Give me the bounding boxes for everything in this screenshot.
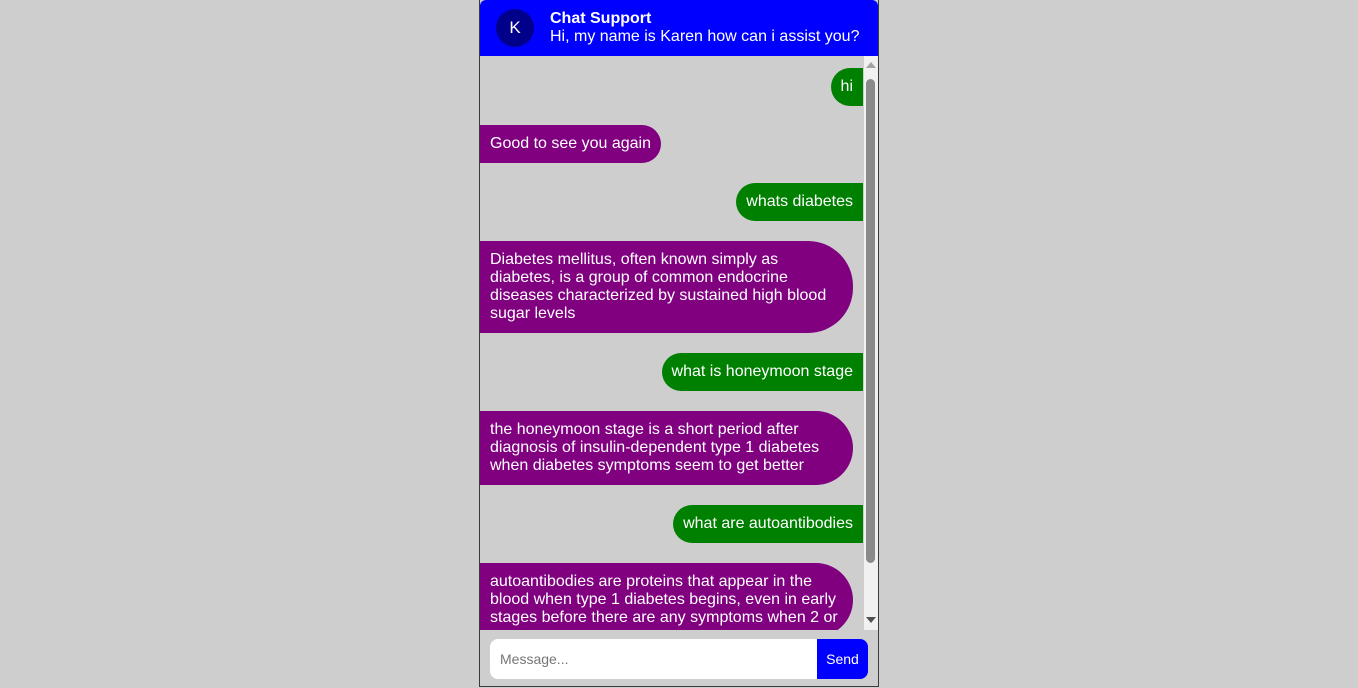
user-message: whats diabetes (736, 183, 863, 221)
chat-window: K Chat Support Hi, my name is Karen how … (479, 0, 879, 687)
header-title: Chat Support (550, 10, 652, 27)
bot-message: Good to see you again (480, 125, 661, 163)
chat-header: K Chat Support Hi, my name is Karen how … (480, 0, 878, 56)
bot-message: autoantibodies are proteins that appear … (480, 563, 853, 630)
message-scrollbar[interactable] (864, 56, 878, 630)
header-subtitle: Hi, my name is Karen how can i assist yo… (550, 28, 860, 45)
scroll-down-arrow-icon[interactable] (866, 617, 876, 623)
scroll-up-arrow-icon[interactable] (866, 62, 876, 68)
user-message: hi (830, 68, 863, 106)
message-list[interactable]: hi Good to see you again whats diabetes … (480, 56, 864, 630)
bot-message: the honeymoon stage is a short period af… (480, 411, 853, 485)
message-input[interactable] (490, 639, 817, 679)
message-composer: Send (480, 630, 878, 686)
send-button[interactable]: Send (817, 639, 868, 679)
bot-message: Diabetes mellitus, often known simply as… (480, 241, 853, 333)
user-message: what are autoantibodies (673, 505, 863, 543)
user-message: what is honeymoon stage (661, 353, 863, 391)
avatar: K (496, 9, 534, 47)
scrollbar-thumb[interactable] (866, 79, 875, 563)
